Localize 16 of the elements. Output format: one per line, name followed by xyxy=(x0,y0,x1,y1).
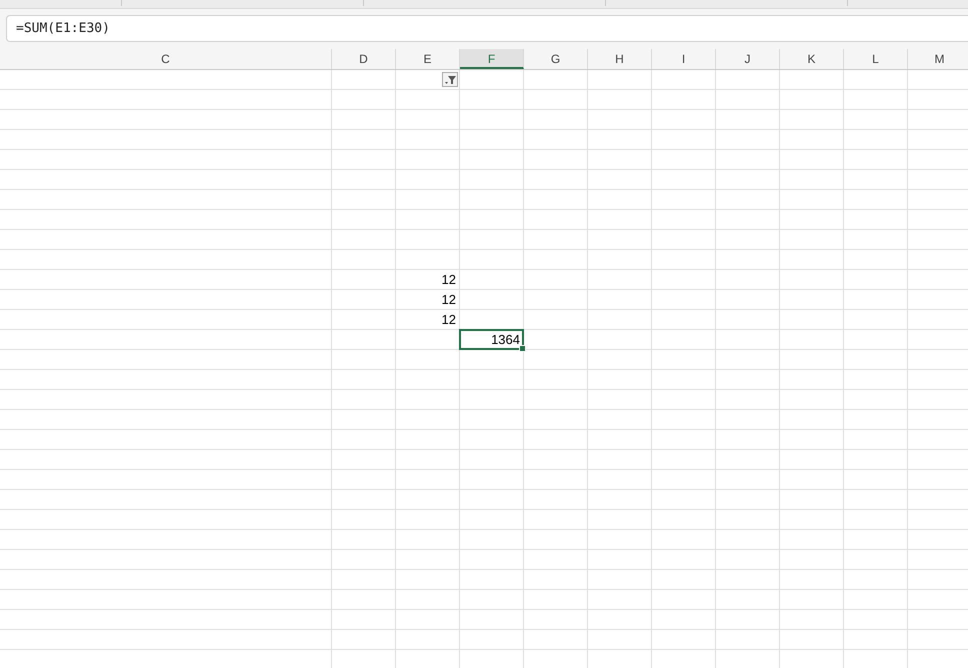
column-header[interactable]: L xyxy=(844,49,908,69)
column-header[interactable]: G xyxy=(524,49,588,69)
column-header[interactable]: D xyxy=(332,49,396,69)
table-cell-text: 12 xyxy=(440,311,457,329)
column-header[interactable]: K xyxy=(780,49,844,69)
table-cell-text: 12 xyxy=(440,271,457,289)
column-header[interactable]: F xyxy=(460,49,524,69)
column-header[interactable]: C xyxy=(0,49,332,69)
column-header[interactable]: I xyxy=(652,49,716,69)
filter-button[interactable] xyxy=(442,72,458,87)
formula-bar[interactable]: =SUM(E1:E30) xyxy=(6,15,968,42)
column-header[interactable]: M xyxy=(908,49,968,69)
column-header[interactable]: H xyxy=(588,49,652,69)
selected-cell[interactable]: 1364 xyxy=(459,329,524,350)
table-cell-text: 12 xyxy=(440,291,457,309)
column-header[interactable]: J xyxy=(716,49,780,69)
